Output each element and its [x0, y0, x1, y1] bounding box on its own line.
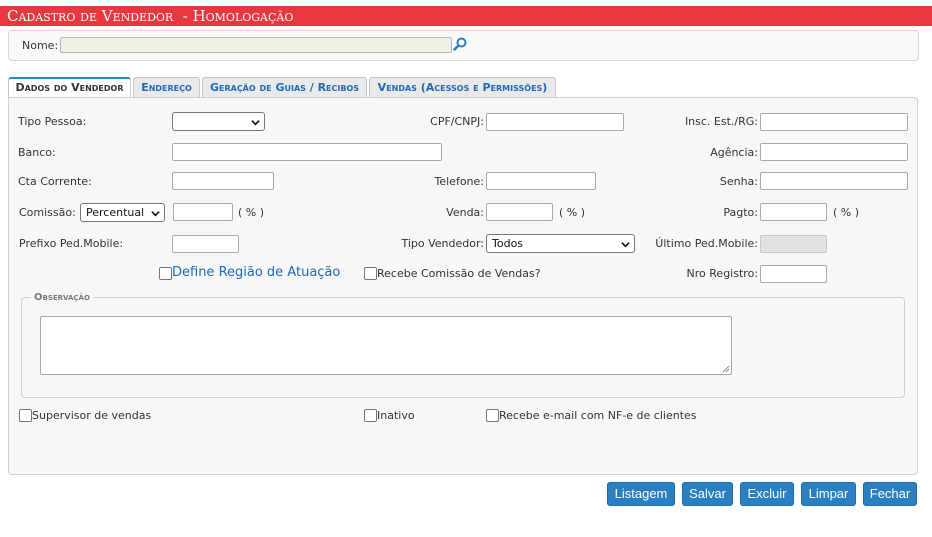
cpf-input[interactable] — [486, 113, 624, 131]
tab-endereco[interactable]: Endereço — [133, 77, 200, 98]
nome-input[interactable] — [60, 37, 452, 53]
excluir-button[interactable]: Excluir — [740, 482, 794, 506]
comissao-type-select[interactable]: Percentual — [80, 203, 165, 222]
cta-label: Cta Corrente: — [18, 175, 92, 188]
pagto-label: Pagto: — [723, 206, 758, 219]
listagem-button[interactable]: Listagem — [607, 482, 675, 506]
comissao-type-value: Percentual — [86, 206, 145, 219]
recebe-comissao-label: Recebe Comissão de Vendas? — [377, 267, 541, 280]
salvar-button[interactable]: Salvar — [682, 482, 733, 506]
banco-label: Banco: — [18, 146, 56, 159]
chevron-down-icon — [151, 211, 160, 217]
tipo-pessoa-label: Tipo Pessoa: — [18, 115, 87, 128]
tab-geracao-guias[interactable]: Geração de Guias / Recibos — [202, 77, 367, 98]
page-title: Cadastro de Vendedor - Homologação — [0, 6, 932, 26]
telefone-input[interactable] — [486, 172, 596, 190]
agencia-input[interactable] — [760, 143, 908, 161]
observacao-textarea[interactable] — [40, 316, 732, 375]
venda-label: Venda: — [446, 206, 484, 219]
prefixo-label: Prefixo Ped.Mobile: — [19, 237, 124, 250]
search-icon[interactable] — [453, 37, 467, 51]
pagto-unit: ( % ) — [833, 206, 860, 219]
observacao-legend: Observação — [31, 292, 93, 304]
tipo-pessoa-select[interactable] — [172, 112, 265, 131]
banco-input[interactable] — [172, 143, 442, 161]
tipo-vendedor-value: Todos — [492, 237, 524, 250]
venda-input[interactable] — [486, 203, 553, 221]
nro-registro-input[interactable] — [760, 265, 827, 283]
cta-input[interactable] — [172, 172, 274, 190]
chevron-down-icon — [621, 242, 630, 248]
nome-label: Nome: — [22, 39, 59, 52]
comissao-unit: ( % ) — [238, 206, 265, 219]
comissao-label: Comissão: — [19, 206, 76, 219]
define-regiao-link[interactable]: Define Região de Atuação — [172, 265, 340, 281]
pagto-input[interactable] — [760, 203, 827, 221]
insc-input[interactable] — [760, 113, 908, 131]
define-regiao-checkbox[interactable] — [159, 267, 172, 280]
tipo-vendedor-label: Tipo Vendedor: — [401, 237, 484, 250]
resize-handle-icon[interactable] — [722, 365, 730, 373]
recebe-email-checkbox[interactable] — [486, 409, 499, 422]
recebe-email-label: Recebe e-mail com NF-e de clientes — [499, 409, 697, 422]
chevron-down-icon — [251, 120, 260, 126]
agencia-label: Agência: — [710, 146, 758, 159]
tab-dados-vendedor[interactable]: Dados do Vendedor — [8, 77, 131, 98]
tab-vendas-acessos[interactable]: Vendas (Acessos e Permissões) — [369, 77, 556, 98]
recebe-comissao-checkbox[interactable] — [364, 267, 377, 280]
supervisor-label: Supervisor de vendas — [32, 409, 152, 422]
comissao-input[interactable] — [173, 203, 233, 221]
ultimo-input — [760, 235, 827, 253]
senha-label: Senha: — [719, 175, 758, 188]
limpar-button[interactable]: Limpar — [801, 482, 856, 506]
tipo-vendedor-select[interactable]: Todos — [486, 234, 635, 253]
insc-label: Insc. Est./RG: — [684, 115, 758, 128]
prefixo-input[interactable] — [172, 235, 239, 253]
cpf-label: CPF/CNPJ: — [430, 115, 484, 128]
telefone-label: Telefone: — [434, 175, 485, 188]
nro-registro-label: Nro Registro: — [686, 267, 758, 280]
inativo-checkbox[interactable] — [364, 409, 377, 422]
inativo-label: Inativo — [377, 409, 415, 422]
supervisor-checkbox[interactable] — [19, 409, 32, 422]
senha-input[interactable] — [760, 172, 908, 190]
ultimo-label: Último Ped.Mobile: — [655, 237, 758, 250]
venda-unit: ( % ) — [559, 206, 586, 219]
fechar-button[interactable]: Fechar — [863, 482, 917, 506]
